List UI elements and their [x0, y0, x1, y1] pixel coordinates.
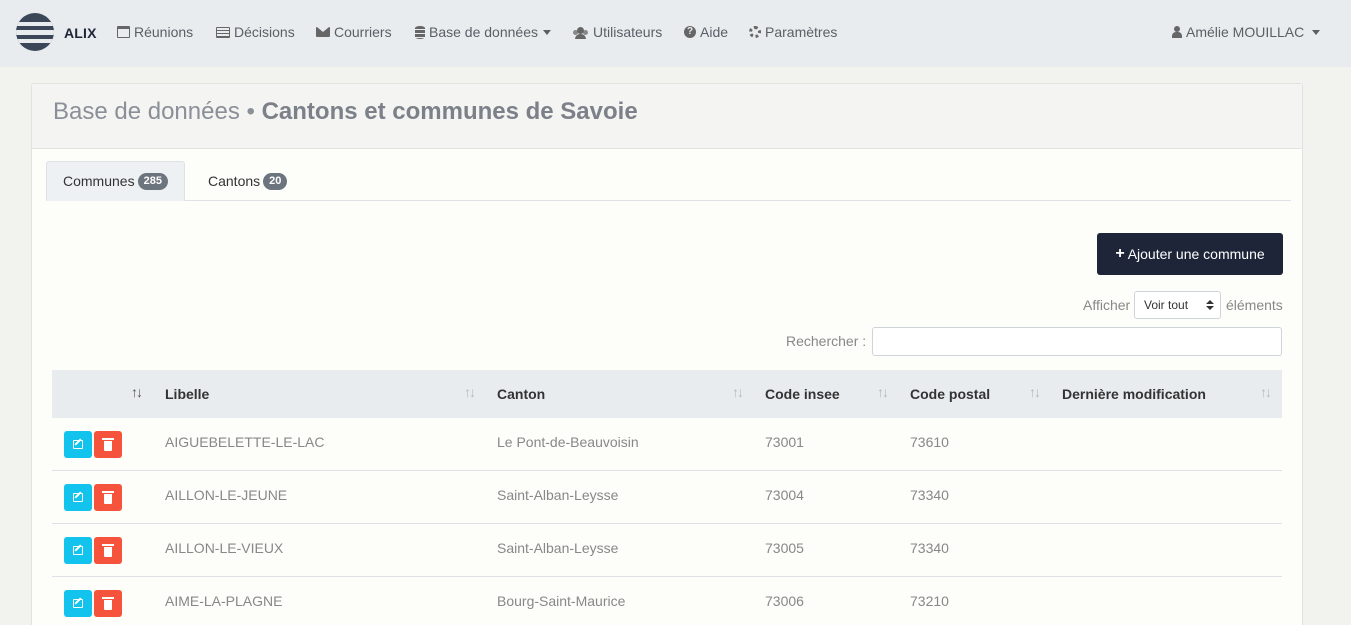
sort-icon[interactable]: ↑↓: [1260, 384, 1272, 400]
cell-code-insee: 73006: [765, 593, 804, 609]
cell-code-postal: 73610: [910, 434, 949, 450]
search-label: Rechercher :: [786, 333, 867, 349]
cell-code-postal: 73340: [910, 487, 949, 503]
card-header: Base de données • Cantons et communes de…: [32, 84, 1302, 149]
user-icon: [1172, 26, 1182, 38]
nav-decisions[interactable]: Décisions: [216, 24, 295, 40]
page-title: Base de données • Cantons et communes de…: [53, 98, 638, 126]
trash-icon: [102, 490, 114, 504]
cell-canton: Saint-Alban-Leysse: [497, 487, 619, 503]
cell-canton: Bourg-Saint-Maurice: [497, 593, 626, 609]
col-code-insee[interactable]: Code insee: [765, 386, 840, 402]
page-length-value: Voir tout: [1144, 298, 1189, 312]
edit-icon: [73, 440, 83, 449]
table-header: ↑↓ Libelle ↑↓ Canton ↑↓ Code insee ↑↓ Co…: [52, 370, 1282, 418]
add-commune-label: Ajouter une commune: [1127, 246, 1265, 262]
title-separator: •: [239, 98, 262, 125]
add-commune-button[interactable]: + Ajouter une commune: [1097, 233, 1283, 275]
cell-code-postal: 73340: [910, 540, 949, 556]
cell-libelle: AIGUEBELETTE-LE-LAC: [165, 434, 325, 450]
cell-code-insee: 73005: [765, 540, 804, 556]
sort-icon[interactable]: ↑↓: [1029, 384, 1041, 400]
delete-button[interactable]: [94, 537, 122, 564]
question-circle-icon: ?: [684, 26, 696, 38]
tab-communes[interactable]: Communes 285: [46, 161, 185, 201]
sort-icon[interactable]: ↑↓: [877, 384, 889, 400]
nav-courriers-label: Courriers: [334, 24, 392, 40]
list-icon: [216, 26, 230, 38]
search-input[interactable]: [872, 327, 1282, 356]
nav-courriers[interactable]: Courriers: [316, 24, 392, 40]
col-libelle[interactable]: Libelle: [165, 386, 209, 402]
users-icon: [573, 26, 589, 39]
caret-down-icon: [1312, 29, 1321, 35]
col-canton[interactable]: Canton: [497, 386, 545, 402]
calendar-icon: [117, 26, 130, 38]
delete-button[interactable]: [94, 431, 122, 458]
sort-asc-icon[interactable]: ↑↓: [131, 384, 143, 400]
table-row: AILLON-LE-VIEUX Saint-Alban-Leysse 73005…: [52, 524, 1282, 577]
cell-code-insee: 73004: [765, 487, 804, 503]
cell-canton: Le Pont-de-Beauvoisin: [497, 434, 639, 450]
cell-code-postal: 73210: [910, 593, 949, 609]
nav-parametres-label: Paramètres: [765, 24, 838, 40]
edit-button[interactable]: [64, 590, 92, 617]
alix-logo-icon[interactable]: [16, 13, 54, 51]
page-section: Base de données: [53, 98, 240, 125]
edit-icon: [73, 599, 83, 608]
tab-cantons[interactable]: Cantons 20: [192, 161, 303, 201]
table-row: AIGUEBELETTE-LE-LAC Le Pont-de-Beauvoisi…: [52, 418, 1282, 471]
nav-utilisateurs[interactable]: Utilisateurs: [573, 24, 662, 40]
plus-icon: +: [1115, 245, 1125, 262]
tab-cantons-count: 20: [263, 172, 288, 190]
page-title-main: Cantons et communes de Savoie: [261, 98, 638, 125]
user-menu[interactable]: Amélie MOUILLAC: [1172, 24, 1321, 40]
nav-reunions[interactable]: Réunions: [117, 24, 193, 40]
nav-base-de-donnees-label: Base de données: [429, 24, 538, 40]
edit-icon: [73, 493, 83, 502]
sort-icon[interactable]: ↑↓: [464, 384, 476, 400]
tab-cantons-label: Cantons: [208, 173, 261, 189]
nav-utilisateurs-label: Utilisateurs: [593, 24, 663, 40]
show-entries-suffix: éléments: [1226, 297, 1283, 313]
edit-icon: [73, 546, 83, 555]
cell-libelle: AILLON-LE-VIEUX: [165, 540, 284, 556]
cell-libelle: AILLON-LE-JEUNE: [165, 487, 288, 503]
envelope-icon: [316, 27, 330, 37]
edit-button[interactable]: [64, 484, 92, 511]
table-row: AILLON-LE-JEUNE Saint-Alban-Leysse 73004…: [52, 471, 1282, 524]
nav-base-de-donnees[interactable]: Base de données: [415, 24, 551, 40]
show-entries-label: Afficher: [1083, 297, 1131, 313]
table-row: AIME-LA-PLAGNE Bourg-Saint-Maurice 73006…: [52, 577, 1282, 625]
delete-button[interactable]: [94, 590, 122, 617]
cell-canton: Saint-Alban-Leysse: [497, 540, 619, 556]
top-navbar: ALIX Réunions Décisions Courriers Base d…: [0, 0, 1351, 67]
nav-reunions-label: Réunions: [134, 24, 194, 40]
nav-parametres[interactable]: Paramètres: [749, 24, 837, 40]
tab-communes-label: Communes: [63, 173, 135, 189]
nav-decisions-label: Décisions: [234, 24, 295, 40]
nav-aide[interactable]: ? Aide: [684, 24, 728, 40]
trash-icon: [102, 543, 114, 557]
col-code-postal[interactable]: Code postal: [910, 386, 990, 402]
cell-libelle: AIME-LA-PLAGNE: [165, 593, 283, 609]
database-icon: [415, 25, 425, 39]
caret-down-icon: [542, 29, 551, 35]
col-derniere-modification[interactable]: Dernière modification: [1062, 386, 1206, 402]
cell-code-insee: 73001: [765, 434, 804, 450]
sort-icon[interactable]: ↑↓: [732, 384, 744, 400]
user-name: Amélie MOUILLAC: [1186, 24, 1305, 40]
trash-icon: [102, 596, 114, 610]
trash-icon: [102, 437, 114, 451]
delete-button[interactable]: [94, 484, 122, 511]
edit-button[interactable]: [64, 537, 92, 564]
gear-icon: [749, 26, 761, 38]
edit-button[interactable]: [64, 431, 92, 458]
brand-name[interactable]: ALIX: [64, 25, 97, 41]
tab-communes-count: 285: [137, 172, 168, 190]
nav-aide-label: Aide: [700, 24, 729, 40]
page-length-select[interactable]: Voir tout: [1134, 291, 1221, 319]
main-card: Base de données • Cantons et communes de…: [31, 83, 1303, 625]
